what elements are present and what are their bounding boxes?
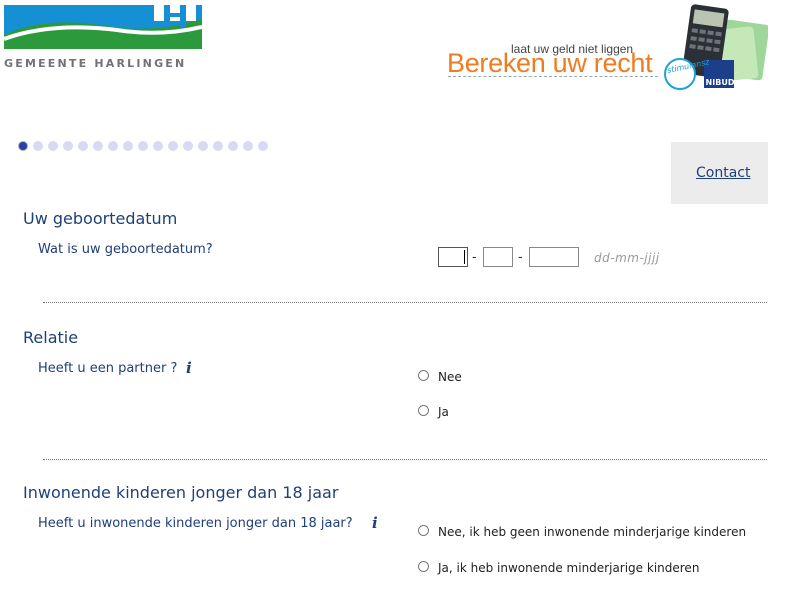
step-dot [213,141,223,151]
logo-text: GEMEENTE HARLINGEN [4,57,187,70]
step-progress [18,141,273,153]
banner-underline [448,76,658,77]
birthdate-question: Wat is uw geboortedatum? [38,242,213,257]
step-dot [228,141,238,151]
step-dot [183,141,193,151]
step-dot [78,141,88,151]
birthdate-year-input[interactable] [529,247,579,267]
info-icon[interactable]: i [186,359,192,377]
step-dot [168,141,178,151]
date-separator: - [472,250,477,265]
radio-label-children-ja: Ja, ik heb inwonende minderjarige kinder… [438,561,700,575]
date-separator: - [518,250,523,265]
step-dot [93,141,103,151]
contact-box: Contact [671,142,768,204]
birthdate-section-title: Uw geboortedatum [23,209,178,228]
bereken-uw-recht-banner: laat uw geld niet liggen Bereken uw rech… [446,4,768,90]
radio-label-partner-ja: Ja [438,405,449,419]
radio-label-partner-nee: Nee [438,370,462,384]
birthdate-month-input[interactable] [483,247,513,267]
harlingen-emblem-icon [3,5,203,53]
radio-partner-nee[interactable] [418,370,429,381]
text-cursor [464,250,465,264]
step-dot [123,141,133,151]
step-dot [243,141,253,151]
step-dot [33,141,43,151]
radio-children-ja[interactable] [418,561,429,572]
nibud-badge: NIBUD [705,78,735,87]
birthdate-day-input[interactable] [438,247,468,267]
step-dot [198,141,208,151]
step-dot [108,141,118,151]
step-dot [138,141,148,151]
step-dot-current [18,141,28,151]
section-divider [43,302,767,303]
banner-title: Bereken uw recht [447,48,653,78]
section-divider [43,459,767,460]
children-question: Heeft u inwonende kinderen jonger dan 18… [38,516,353,531]
relation-section-title: Relatie [23,328,79,347]
partner-question: Heeft u een partner ? [38,361,178,376]
step-dot [63,141,73,151]
step-dot [48,141,58,151]
children-section-title: Inwonende kinderen jonger dan 18 jaar [23,483,339,502]
step-dot [258,141,268,151]
step-dot [153,141,163,151]
date-format-hint: dd-mm-jjjj [594,251,660,265]
info-icon[interactable]: i [372,514,378,532]
radio-partner-ja[interactable] [418,405,429,416]
radio-label-children-nee: Nee, ik heb geen inwonende minderjarige … [438,525,747,539]
contact-link[interactable]: Contact [696,165,750,181]
radio-children-nee[interactable] [418,525,429,536]
gemeente-harlingen-logo[interactable]: GEMEENTE HARLINGEN [3,5,203,70]
